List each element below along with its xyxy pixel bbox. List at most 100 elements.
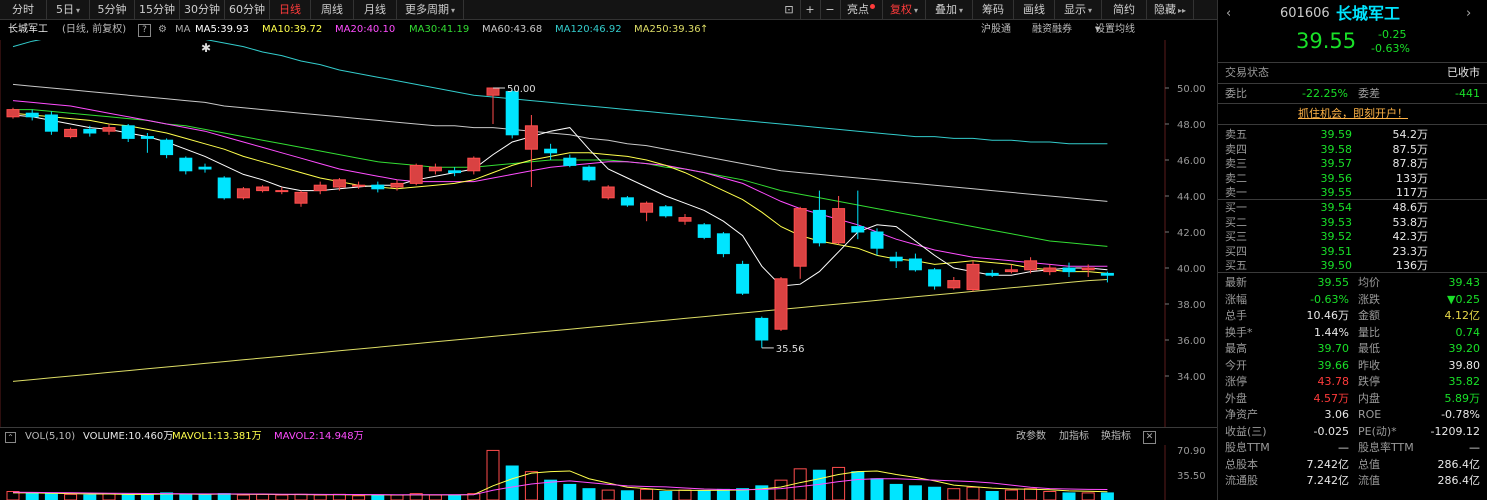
volume-bar [1062,492,1076,500]
divider [1218,272,1487,273]
tab-monthly[interactable]: 月线 [354,0,397,19]
candle-body [198,166,212,170]
candle [1062,262,1076,277]
candle [601,185,615,200]
price-chart[interactable]: 50.00 48.00 46.00 44.00 42.00 40.00 38.00 36.00… [0,40,1217,427]
tab-30min[interactable]: 30分钟 [180,0,225,19]
add-indicator-link[interactable]: 加指标 [1059,428,1089,446]
candle-body [908,258,922,271]
chevron-right-icon[interactable]: › [1466,4,1471,24]
tab-intraday[interactable]: 分时 [0,0,47,19]
volume-bar [121,493,135,500]
chevron-left-icon[interactable]: ‹ [1226,4,1231,24]
change-indicator-link[interactable]: 换指标 [1101,428,1131,446]
stat-value: 39.80 [1448,358,1481,372]
candle [966,260,980,292]
bid-row: 买四 39.51 23.3万 [1218,244,1487,259]
zoom-in-icon[interactable]: + [800,0,821,19]
margin-trading-link[interactable]: 融资融券 [1032,20,1072,40]
volume-bar [793,468,807,500]
volume-bar [563,483,577,500]
candle [448,167,462,177]
vol-tick-label: 70.90 [1177,446,1206,457]
candle-fill [832,208,845,243]
tab-5min[interactable]: 5分钟 [90,0,135,19]
volume-bar [716,488,730,500]
candle-fill [103,127,115,132]
lock-icon[interactable]: ⊡ [778,0,801,19]
candle-body [985,272,999,276]
close-icon[interactable]: ✕ [1143,431,1156,444]
ask-label: 卖四 [1225,142,1247,156]
weicha-value: -441 [1455,87,1480,100]
status-row: 交易状态 已收市 [1218,65,1487,80]
stat-value: 35.82 [1448,375,1481,388]
adjust-button[interactable]: 复权 ▾ [883,0,926,19]
highlights-label: 亮点 [847,3,869,16]
hide-button[interactable]: 隐藏 ▸▸ [1147,0,1194,19]
candle-body [121,125,135,139]
notification-dot [870,4,875,9]
display-button[interactable]: 显示 ▾ [1055,0,1102,19]
volume-bar [390,494,404,500]
tab-60min[interactable]: 60分钟 [225,0,270,19]
draw-button[interactable]: 画线 [1014,0,1055,19]
volume-chart[interactable]: 70.90 35.50 [0,445,1217,500]
tab-weekly[interactable]: 周线 [311,0,354,19]
chevron-down-icon: ▾ [1087,6,1092,15]
volume-bar [83,494,97,500]
simple-button[interactable]: 简约 [1102,0,1147,19]
stat-row: 净资产 3.06 ROE -0.78% [1218,407,1487,422]
volume-bar [640,488,654,500]
help-icon[interactable]: ? [138,24,151,37]
candle [102,124,116,135]
candle [697,223,711,240]
stat-value: -0.78% [1441,408,1480,421]
open-account-link[interactable]: 抓住机会，即刻开户！ [1218,106,1487,121]
stat-label: 流通股 [1225,474,1258,487]
chevron-down-icon: ▾ [75,6,80,15]
candle [25,109,39,121]
zoom-out-icon[interactable]: − [820,0,841,19]
quote-panel: ‹ 601606 长城军工 › 39.55 -0.25 -0.63% 交易状态 … [1217,0,1487,500]
divider [1218,83,1487,84]
bid-row: 买三 39.52 42.3万 [1218,229,1487,244]
stat-label: 跌停 [1358,375,1380,388]
stat-value: — [1338,441,1349,454]
ask-price: 39.56 [1320,171,1353,185]
stat-label: 最低 [1358,342,1380,355]
last-price: 39.55 [1296,29,1357,53]
stat-value: 7.242亿 [1306,457,1350,471]
candle-fill [967,264,979,290]
volume-bar [352,495,366,500]
stat-value: 3.06 [1324,408,1350,421]
y-tick-label: 50.00 [1177,84,1206,95]
ma60-line [12,83,1108,202]
hk-connect-link[interactable]: 沪股通 [981,20,1011,40]
tab-15min[interactable]: 15分钟 [135,0,180,19]
open-account-banner[interactable]: 抓住机会，即刻开户！ [1218,106,1487,121]
set-ma-link[interactable]: 设置均线 ▾ [1095,20,1135,40]
vol-tick-label: 35.50 [1177,471,1206,482]
collapse-icon[interactable]: ⌃ [5,432,16,443]
settings-icon[interactable]: ⚙ [158,20,167,40]
stat-row: 总股本 7.242亿 总值 286.4亿 [1218,457,1487,472]
tab-daily[interactable]: 日线 [270,0,311,19]
highlights-button[interactable]: 亮点 [840,0,883,19]
candle-fill [237,188,250,198]
candle [716,232,730,258]
volume-bar [947,488,961,500]
tab-5day[interactable]: 5日 ▾ [47,0,90,19]
candle-body [889,256,903,262]
volume-bar [486,449,500,500]
weicha-label: 委差 [1358,87,1380,100]
bid-price: 39.53 [1320,215,1353,229]
stat-value: 39.66 [1317,358,1350,372]
chips-button[interactable]: 筹码 [973,0,1014,19]
volume-bar [870,478,884,500]
volume-legend: ⌃ VOL(5,10) VOLUME:10.460万 MAVOL1:13.381… [0,427,1217,446]
overlay-button[interactable]: 叠加 ▾ [926,0,973,19]
y-tick-label: 36.00 [1177,336,1206,347]
tab-more-periods[interactable]: 更多周期 ▾ [397,0,464,19]
edit-params-link[interactable]: 改参数 [1016,428,1046,446]
